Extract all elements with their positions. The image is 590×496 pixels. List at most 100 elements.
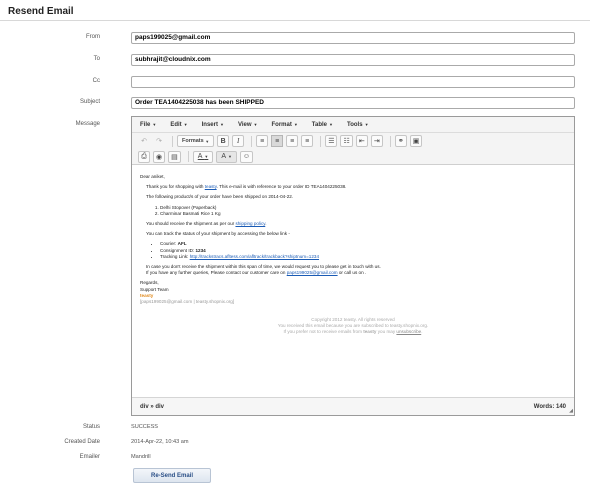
to-label: To — [93, 56, 100, 62]
media-icon[interactable]: ▤ — [168, 150, 181, 163]
chevron-down-icon: ▼ — [183, 121, 188, 127]
track-line: You can track the status of your shipmen… — [146, 231, 290, 237]
shipping-policy-link[interactable]: shipping policy — [235, 221, 265, 226]
menu-edit-label: Edit — [170, 121, 182, 128]
menu-tools-label: Tools — [347, 121, 363, 128]
contact-text-end: or call us on . — [337, 270, 367, 276]
toolbar-separator — [187, 151, 189, 162]
link-icon[interactable]: ⚭ — [394, 135, 407, 147]
undo-icon[interactable]: ↶ — [138, 135, 150, 147]
element-path[interactable]: div » div — [140, 404, 164, 410]
formats-label: Formats — [182, 138, 204, 144]
unsubscribe-text: If you prefer not to receive emails from — [283, 329, 364, 335]
page-title: Resend Email — [8, 6, 74, 17]
emoticons-icon[interactable]: ☺ — [239, 150, 254, 163]
product-list: Delhi Stopover (Paperback) Charminar Bas… — [160, 205, 566, 217]
menu-table-label: Table — [311, 121, 328, 128]
from-label: From — [86, 34, 100, 40]
menu-view[interactable]: View ▼ — [238, 122, 258, 128]
consignment-value: 1234 — [195, 247, 206, 253]
toolbar-separator — [251, 135, 253, 147]
toolbar-separator — [320, 135, 322, 147]
subject-field[interactable]: Order TEA1404225038 has been SHIPPED — [131, 97, 575, 109]
menu-table[interactable]: Table ▼ — [312, 122, 333, 128]
text-color-icon[interactable]: A ▼ — [192, 150, 214, 163]
toolbar-separator — [389, 135, 391, 147]
list-item: Charminar Basmati Rice 1 Kg — [160, 211, 566, 217]
print-icon[interactable]: ⎙ — [138, 150, 150, 163]
unsubscribe-link[interactable]: unsubscribe — [396, 329, 421, 334]
chevron-down-icon: ▼ — [152, 121, 157, 127]
menu-tools[interactable]: Tools ▼ — [347, 122, 369, 128]
contact-line-2: If you have any further queries, Please … — [146, 270, 566, 276]
editor-toolbar-row1: ↶ ↷ Formats ▼ B I ≡ ≡ ≡ ≡ ☰ ☷ ⇤ ⇥ ⚭ ▣ — [132, 133, 574, 149]
tracking-link[interactable]: http://trackstracs.afltess.com/afltrack/… — [190, 254, 319, 259]
created-date-value: 2014-Apr-22, 10:43 am — [131, 439, 189, 445]
menu-insert[interactable]: Insert ▼ — [202, 122, 224, 128]
resend-email-button[interactable]: Re-Send Email — [133, 468, 211, 483]
contact-text: If you have any further queries, Please … — [146, 270, 287, 276]
chevron-down-icon: ▼ — [329, 121, 333, 127]
unsubscribe-mid: you may — [376, 329, 397, 335]
emailer-value: Mandrill — [131, 454, 151, 460]
shipment-details: Courier: AFL Consignment ID: 1234 Tracki… — [160, 241, 566, 260]
word-count: Words: 140 — [533, 403, 566, 410]
align-left-icon[interactable]: ≡ — [256, 135, 269, 147]
redo-icon[interactable]: ↷ — [153, 135, 165, 147]
cc-field[interactable] — [131, 76, 575, 88]
consignment-label: Consignment ID: — [160, 247, 196, 253]
intro-text: Thank you for shopping with — [146, 184, 205, 190]
store-link[interactable]: teasty — [205, 184, 217, 189]
menu-format-label: Format — [271, 121, 292, 128]
courier-label: Courier: — [160, 241, 178, 247]
message-label: Message — [75, 121, 100, 127]
numbered-list-icon[interactable]: ☷ — [340, 135, 353, 147]
message-editor: File ▼ Edit ▼ Insert ▼ View ▼ Format ▼ Table ▼… — [131, 116, 575, 416]
footer-brand: teasty — [363, 329, 377, 335]
courier-value: AFL — [177, 241, 187, 247]
background-color-icon[interactable]: A ▼ — [216, 150, 237, 163]
formats-dropdown[interactable]: Formats ▼ — [177, 135, 215, 147]
list-item: Tracking Link: http://trackstracs.afltes… — [160, 254, 566, 260]
to-field[interactable]: subhrajit@cloudnix.com — [131, 54, 575, 66]
chevron-down-icon: ▼ — [205, 138, 210, 144]
outdent-icon[interactable]: ⇤ — [355, 135, 368, 147]
message-body[interactable]: Dear aniket, Thank you for shopping with… — [132, 170, 574, 397]
align-justify-icon[interactable]: ≡ — [301, 135, 314, 147]
menu-file-label: File — [140, 121, 151, 128]
email-footer: Copyright 2012 teasty. All rights reserv… — [140, 317, 566, 335]
chevron-down-icon: ▼ — [253, 121, 258, 127]
preview-icon[interactable]: ◉ — [153, 150, 166, 163]
menu-format[interactable]: Format ▼ — [271, 122, 297, 128]
menu-view-label: View — [237, 121, 252, 128]
indent-icon[interactable]: ⇥ — [370, 135, 383, 147]
align-right-icon[interactable]: ≡ — [286, 135, 299, 147]
status-value: SUCCESS — [131, 424, 159, 430]
unsubscribe-end: . — [421, 329, 423, 335]
tracking-label: Tracking Link: — [160, 253, 190, 259]
policy-text: You should receive the shipment as per o… — [146, 221, 236, 227]
support-email-link[interactable]: paps199025@gmail.com — [287, 270, 338, 275]
policy-period: . — [265, 221, 267, 227]
greeting: Dear aniket, — [140, 174, 165, 179]
status-label: Status — [82, 424, 100, 430]
policy-line: You should receive the shipment as per o… — [146, 221, 566, 227]
unsubscribe-line: If you prefer not to receive emails from… — [140, 329, 566, 335]
intro-line: Thank you for shopping with teasty. This… — [146, 184, 566, 190]
bold-icon[interactable]: B — [217, 135, 230, 147]
menu-file[interactable]: File ▼ — [140, 122, 156, 128]
editor-toolbar-row2: ⎙ ◉ ▤ A ▼ A ▼ ☺ — [132, 149, 574, 165]
menu-edit[interactable]: Edit ▼ — [170, 122, 187, 128]
resize-handle-icon[interactable]: ◢ — [569, 408, 573, 414]
editor-menubar: File ▼ Edit ▼ Insert ▼ View ▼ Format ▼ Table ▼… — [132, 117, 574, 133]
subject-label: Subject — [79, 99, 100, 105]
cc-label: Cc — [92, 78, 100, 84]
menu-insert-label: Insert — [201, 121, 218, 128]
image-icon[interactable]: ▣ — [409, 135, 423, 147]
title-divider — [0, 20, 590, 21]
intro-order-text: . This e-mail is with reference to your … — [216, 184, 347, 190]
from-field[interactable]: paps199025@gmail.com — [131, 32, 575, 44]
align-center-icon[interactable]: ≡ — [271, 135, 284, 147]
bullet-list-icon[interactable]: ☰ — [325, 135, 338, 147]
italic-icon[interactable]: I — [232, 135, 245, 147]
